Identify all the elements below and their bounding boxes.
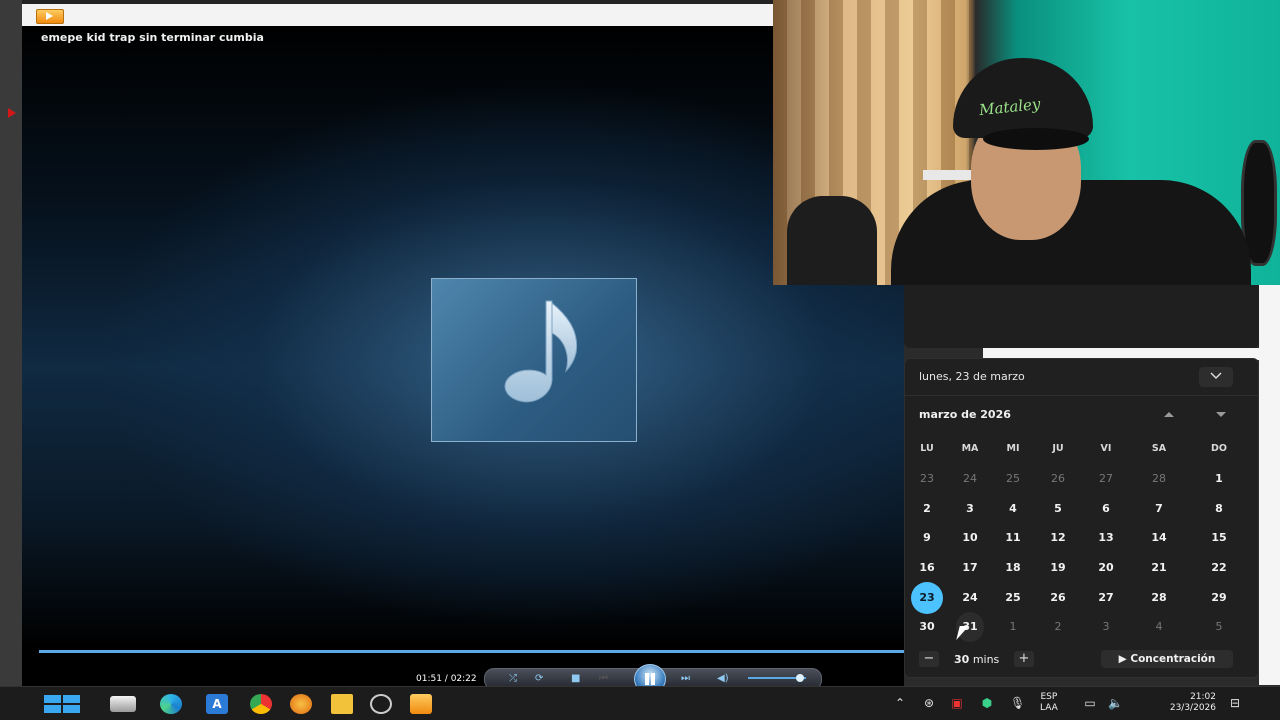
webcam-overlay: Mataley — [773, 0, 1280, 285]
calendar-day[interactable]: 2 — [909, 496, 945, 522]
chevron-up-icon[interactable]: ⌃ — [893, 696, 907, 710]
calendar-day[interactable]: 14 — [1141, 525, 1177, 551]
chrome-icon[interactable] — [250, 694, 272, 714]
start-button[interactable] — [44, 695, 80, 713]
start-focus-button[interactable]: ▶ Concentración — [1101, 650, 1233, 668]
calendar-day[interactable]: 5 — [1040, 496, 1076, 522]
calendar-day[interactable]: 18 — [995, 555, 1031, 581]
language-indicator[interactable]: ESP LAA — [1040, 692, 1058, 714]
clock[interactable]: 21:02 23/3/2026 — [1140, 692, 1216, 714]
clock-date: 23/3/2026 — [1169, 703, 1216, 713]
volume-icon[interactable]: 🔈 — [1108, 696, 1123, 710]
calendar-day[interactable]: 1 — [995, 614, 1031, 640]
calendar-day[interactable]: 3 — [1088, 614, 1124, 640]
media-player-window: emepe kid trap sin terminar cumbia 01:51… — [22, 0, 904, 686]
calendar-day-today[interactable]: 23 — [909, 582, 945, 614]
player-title-bar[interactable] — [22, 0, 904, 26]
network-icon[interactable]: ▭ — [1083, 696, 1097, 710]
sync-icon[interactable]: ⊛ — [922, 696, 936, 710]
calendar-day[interactable]: 10 — [952, 525, 988, 551]
calendar-day[interactable]: 8 — [1201, 496, 1237, 522]
focus-minutes-unit: mins — [972, 653, 1000, 666]
calendar-day[interactable]: 1 — [1201, 466, 1237, 492]
recorder-icon[interactable] — [370, 694, 392, 714]
album-art — [431, 278, 637, 442]
decrease-minutes-button[interactable]: − — [919, 651, 939, 667]
calendar-day[interactable]: 11 — [995, 525, 1031, 551]
playback-time: 01:51 / 02:22 — [416, 674, 477, 684]
calendar-day[interactable]: 25 — [995, 466, 1031, 492]
previous-icon[interactable]: ⏮ — [599, 674, 608, 684]
calendar-day[interactable]: 3 — [952, 496, 988, 522]
repeat-icon[interactable]: ⟳ — [535, 674, 543, 684]
calendar-day[interactable]: 26 — [1040, 466, 1076, 492]
volume-knob[interactable] — [796, 674, 804, 682]
edge-browser-icon[interactable] — [160, 694, 182, 714]
calendar-flyout: lunes, 23 de marzo marzo de 2026 LU MA MI J… — [904, 358, 1259, 678]
language-code: ESP — [1040, 692, 1058, 702]
desktop-right-edge — [1259, 285, 1280, 685]
seek-bar[interactable] — [39, 650, 904, 653]
calendar-day[interactable]: 4 — [995, 496, 1031, 522]
calendar-day[interactable]: 24 — [952, 585, 988, 611]
calendar-day[interactable]: 25 — [995, 585, 1031, 611]
calendar-day[interactable]: 30 — [909, 614, 945, 640]
taskbar: A ⌃ ⊛ ▣ ⬢ 🎙 ESP LAA ▭ 🔈 21:02 23/3/2026 … — [0, 686, 1280, 720]
calendar-day[interactable]: 19 — [1040, 555, 1076, 581]
calendar-day[interactable]: 27 — [1088, 585, 1124, 611]
calendar-day[interactable]: 13 — [1088, 525, 1124, 551]
music-note-icon — [504, 300, 578, 403]
red-marker-icon — [8, 108, 16, 118]
calendar-day[interactable]: 28 — [1141, 466, 1177, 492]
calendar-day[interactable]: 29 — [1201, 585, 1237, 611]
calendar-day[interactable]: 16 — [909, 555, 945, 581]
security-icon[interactable]: ⬢ — [980, 696, 994, 710]
keyboard-layout: LAA — [1040, 703, 1058, 713]
increase-minutes-button[interactable]: + — [1014, 651, 1034, 667]
calendar-day[interactable]: 7 — [1141, 496, 1177, 522]
shuffle-icon[interactable]: ⤮ — [509, 674, 517, 684]
fl-studio-icon[interactable] — [290, 694, 312, 714]
notification-card — [904, 285, 1259, 348]
calendar-day[interactable]: 2 — [1040, 614, 1076, 640]
mute-icon[interactable]: ◀) — [717, 674, 729, 684]
calendar-day[interactable]: 9 — [909, 525, 945, 551]
track-title: emepe kid trap sin terminar cumbia — [41, 31, 264, 44]
start-focus-label: Concentración — [1130, 653, 1216, 665]
file-manager-icon[interactable] — [110, 696, 136, 712]
calendar-day[interactable]: 24 — [952, 466, 988, 492]
calendar-day[interactable]: 27 — [1088, 466, 1124, 492]
app-store-icon[interactable]: A — [206, 694, 228, 714]
pause-button[interactable] — [634, 664, 666, 686]
calendar-day[interactable]: 12 — [1040, 525, 1076, 551]
folder-icon[interactable] — [331, 694, 353, 714]
calendar-day[interactable]: 15 — [1201, 525, 1237, 551]
microphone-icon[interactable]: 🎙 — [1010, 696, 1025, 710]
focus-minutes-value: 30 — [954, 653, 970, 666]
media-player-taskbar-icon[interactable] — [410, 694, 432, 714]
focus-session-bar: − 30 mins + ▶ Concentración — [905, 644, 1258, 678]
calendar-day[interactable]: 21 — [1141, 555, 1177, 581]
calendar-day[interactable]: 20 — [1088, 555, 1124, 581]
calendar-day[interactable]: 4 — [1141, 614, 1177, 640]
calendar-day[interactable]: 17 — [952, 555, 988, 581]
next-icon[interactable]: ⏭ — [681, 674, 690, 684]
calendar-day[interactable]: 6 — [1088, 496, 1124, 522]
cap-brim — [983, 128, 1089, 150]
stop-icon[interactable]: ■ — [571, 674, 580, 684]
desktop-left-edge — [0, 0, 22, 686]
background-figure — [787, 196, 877, 285]
calendar-day[interactable]: 22 — [1201, 555, 1237, 581]
calendar-day[interactable]: 26 — [1040, 585, 1076, 611]
focus-duration: 30 mins — [954, 653, 999, 666]
calendar-day[interactable]: 23 — [909, 466, 945, 492]
media-player-app-icon — [36, 9, 64, 24]
red-app-icon[interactable]: ▣ — [950, 696, 964, 710]
calendar-day[interactable]: 28 — [1141, 585, 1177, 611]
calendar-day[interactable]: 5 — [1201, 614, 1237, 640]
clock-time: 21:02 — [1190, 692, 1216, 702]
notifications-icon[interactable]: ⊟ — [1228, 696, 1242, 710]
playback-controls: 01:51 / 02:22 ⤮ ⟳ ■ ⏮ ⏭ ◀) — [22, 664, 904, 686]
play-icon: ▶ — [1118, 653, 1127, 665]
